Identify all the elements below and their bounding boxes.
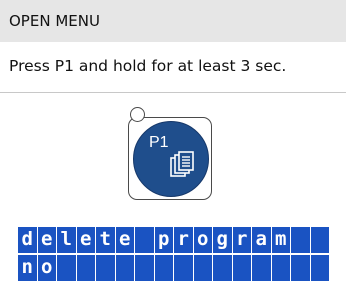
lcd-cell: r [174, 227, 193, 253]
lcd-cell: r [232, 227, 251, 253]
lcd-line-2: no [18, 255, 330, 281]
lcd-cell [115, 255, 134, 281]
lcd-cell: l [57, 227, 76, 253]
lcd-cell: p [154, 227, 173, 253]
lcd-cell: n [18, 255, 37, 281]
lcd-cell [193, 255, 212, 281]
copy-icon [170, 151, 194, 177]
menu-header: OPEN MENU [0, 0, 346, 42]
p1-button-label: P1 [149, 134, 169, 151]
lcd-cell [291, 227, 310, 253]
lcd-cell: e [115, 227, 134, 253]
lcd-cell: o [37, 255, 56, 281]
lcd-cell [310, 227, 329, 253]
lcd-cell: e [37, 227, 56, 253]
lcd-cell: o [193, 227, 212, 253]
lcd-cell: g [213, 227, 232, 253]
lcd-cell [135, 227, 154, 253]
lcd-cell [76, 255, 95, 281]
lcd-cell [252, 255, 271, 281]
divider [0, 92, 346, 93]
lcd-cell [135, 255, 154, 281]
lcd-cell [174, 255, 193, 281]
lcd-cell: e [76, 227, 95, 253]
lcd-cell [57, 255, 76, 281]
lcd-cell [213, 255, 232, 281]
lcd-cell [310, 255, 329, 281]
lcd-cell [96, 255, 115, 281]
instruction-text: Press P1 and hold for at least 3 sec. [9, 57, 287, 75]
lcd-cell [271, 255, 290, 281]
lcd-cell: m [271, 227, 290, 253]
lcd-line-1: deleteprogram [18, 227, 330, 253]
lcd-cell [154, 255, 173, 281]
lcd-cell: t [96, 227, 115, 253]
lcd-cell [291, 255, 310, 281]
status-led-icon [130, 107, 145, 122]
lcd-cell: d [18, 227, 37, 253]
lcd-cell [232, 255, 251, 281]
lcd-display: deleteprogram no [18, 227, 330, 281]
lcd-cell: a [252, 227, 271, 253]
menu-title: OPEN MENU [9, 12, 100, 30]
